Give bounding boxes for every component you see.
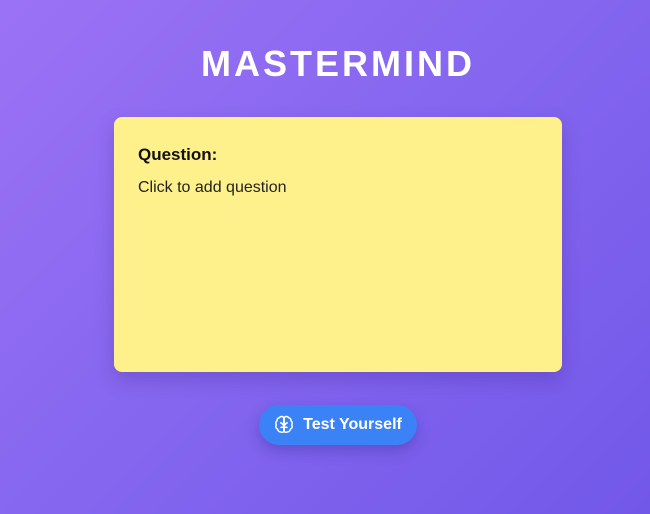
question-card[interactable]: Question: Click to add question <box>114 117 562 372</box>
question-placeholder: Click to add question <box>138 179 287 196</box>
app-container: MASTERMIND Question: Click to add questi… <box>0 0 650 514</box>
test-yourself-label: Test Yourself <box>303 416 402 433</box>
brain-icon <box>274 415 294 435</box>
test-yourself-button[interactable]: Test Yourself <box>259 405 417 445</box>
question-heading: Question: <box>138 145 218 164</box>
app-title: MASTERMIND <box>201 43 475 84</box>
